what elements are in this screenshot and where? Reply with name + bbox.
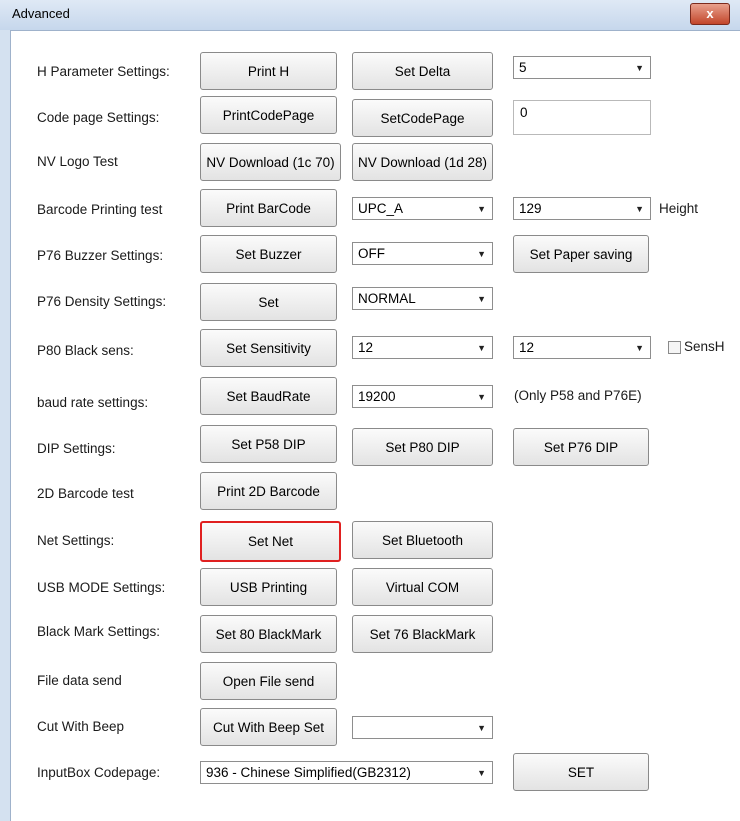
height-label: Height [659,201,699,216]
file-send-label: File data send [37,673,122,688]
set-baudrate-button[interactable]: Set BaudRate [200,377,337,415]
baud-label: baud rate settings: [37,395,149,410]
title-bar: Advanced x [0,0,740,31]
buzzer-select[interactable]: OFF ▼ [352,242,493,265]
window-title: Advanced [12,6,70,21]
chevron-down-icon: ▼ [477,249,486,259]
barcode-type-select[interactable]: UPC_A ▼ [352,197,493,220]
sensitivity-select-2[interactable]: 12 ▼ [513,336,651,359]
codepage-value: 0 [520,105,528,120]
set-net-button[interactable]: Set Net [200,521,341,562]
chevron-down-icon: ▼ [635,343,644,353]
codepage-input[interactable]: 0 [513,100,651,135]
barcode-height-value: 129 [519,201,542,216]
barcode-2d-label: 2D Barcode test [37,486,134,501]
chevron-down-icon: ▼ [477,343,486,353]
chevron-down-icon: ▼ [635,204,644,214]
density-select[interactable]: NORMAL ▼ [352,287,493,310]
print-codepage-button[interactable]: PrintCodePage [200,96,337,134]
usb-printing-button[interactable]: USB Printing [200,568,337,606]
net-label: Net Settings: [37,533,115,548]
dip-label: DIP Settings: [37,441,116,456]
code-page-label: Code page Settings: [37,110,160,125]
barcode-label: Barcode Printing test [37,202,163,217]
density-value: NORMAL [358,291,416,306]
set-76-blackmark-button[interactable]: Set 76 BlackMark [352,615,493,653]
cut-beep-set-button[interactable]: Cut With Beep Set [200,708,337,746]
density-label: P76 Density Settings: [37,294,167,309]
delta-select[interactable]: 5 ▼ [513,56,651,79]
usb-label: USB MODE Settings: [37,580,166,595]
nv-download-1d28-button[interactable]: NV Download (1d 28) [352,143,493,181]
chevron-down-icon: ▼ [477,204,486,214]
set-buzzer-button[interactable]: Set Buzzer [200,235,337,273]
set-paper-saving-button[interactable]: Set Paper saving [513,235,649,273]
set-density-button[interactable]: Set [200,283,337,321]
chevron-down-icon: ▼ [635,63,644,73]
set-delta-button[interactable]: Set Delta [352,52,493,90]
input-codepage-value: 936 - Chinese Simplified(GB2312) [206,765,411,780]
close-icon: x [706,6,714,21]
close-button[interactable]: x [690,3,730,25]
sensitivity-1-value: 12 [358,340,374,355]
set-p76-dip-button[interactable]: Set P76 DIP [513,428,649,466]
print-h-button[interactable]: Print H [200,52,337,90]
buzzer-value: OFF [358,246,385,261]
print-2d-barcode-button[interactable]: Print 2D Barcode [200,472,337,510]
print-barcode-button[interactable]: Print BarCode [200,189,337,227]
black-mark-label: Black Mark Settings: [37,624,161,639]
sensitivity-select-1[interactable]: 12 ▼ [352,336,493,359]
set-p58-dip-button[interactable]: Set P58 DIP [200,425,337,463]
dialog-client-area: H Parameter Settings: Print H Set Delta … [11,31,740,821]
set-80-blackmark-button[interactable]: Set 80 BlackMark [200,615,337,653]
open-file-send-button[interactable]: Open File send [200,662,337,700]
chevron-down-icon: ▼ [477,723,486,733]
set-bluetooth-button[interactable]: Set Bluetooth [352,521,493,559]
barcode-height-select[interactable]: 129 ▼ [513,197,651,220]
input-codepage-select[interactable]: 936 - Chinese Simplified(GB2312) ▼ [200,761,493,784]
chevron-down-icon: ▼ [477,392,486,402]
cut-beep-label: Cut With Beep [37,719,125,734]
sensh-label: SensH [684,339,725,354]
cut-beep-select[interactable]: ▼ [352,716,493,739]
h-param-label: H Parameter Settings: [37,64,170,79]
sensitivity-2-value: 12 [519,340,535,355]
delta-value: 5 [519,60,527,75]
window-frame-left [0,30,11,821]
set-p80-dip-button[interactable]: Set P80 DIP [352,428,493,466]
baud-value: 19200 [358,389,396,404]
set-sensitivity-button[interactable]: Set Sensitivity [200,329,337,367]
set-codepage-button[interactable]: SetCodePage [352,99,493,137]
sensh-checkbox[interactable] [668,341,681,354]
baud-note: (Only P58 and P76E) [514,388,642,403]
nv-download-1c70-button[interactable]: NV Download (1c 70) [200,143,341,181]
baud-select[interactable]: 19200 ▼ [352,385,493,408]
buzzer-label: P76 Buzzer Settings: [37,248,164,263]
nv-logo-label: NV Logo Test [37,154,118,169]
set-input-codepage-button[interactable]: SET [513,753,649,791]
chevron-down-icon: ▼ [477,768,486,778]
input-codepage-label: InputBox Codepage: [37,765,161,780]
black-sens-label: P80 Black sens: [37,343,134,358]
virtual-com-button[interactable]: Virtual COM [352,568,493,606]
barcode-type-value: UPC_A [358,201,404,216]
chevron-down-icon: ▼ [477,294,486,304]
